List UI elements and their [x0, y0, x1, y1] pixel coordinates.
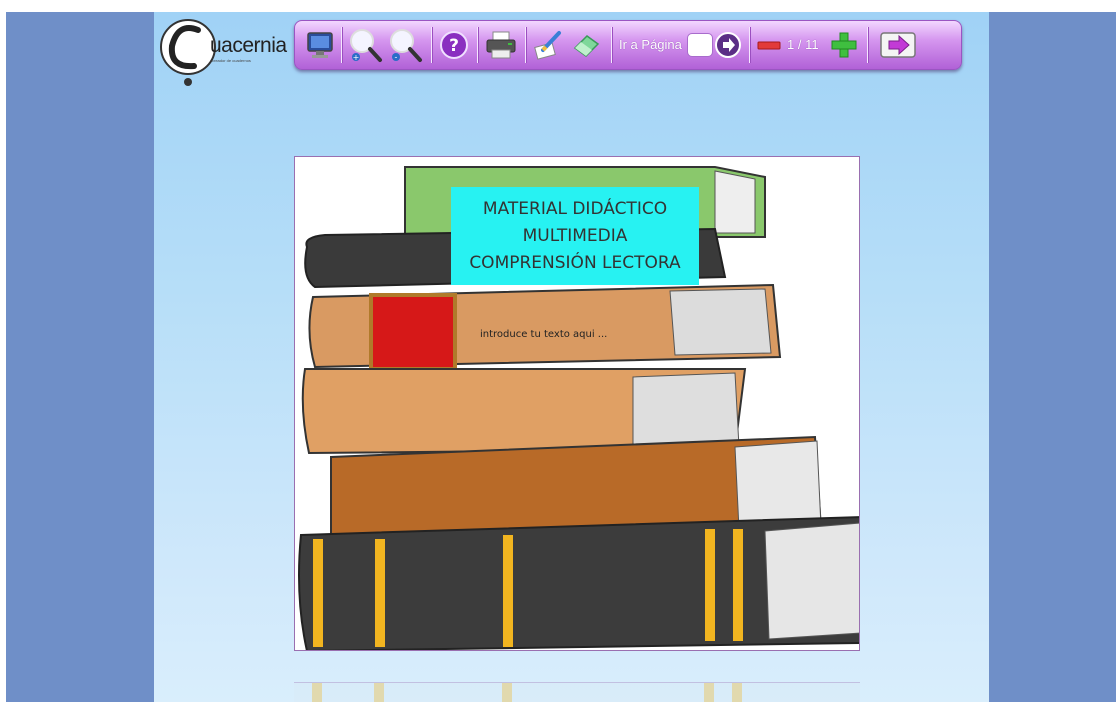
logo-wordmark: uacernia — [210, 34, 287, 57]
edit-button[interactable] — [531, 27, 565, 63]
reflection-graphic — [294, 683, 860, 702]
eraser-icon — [573, 35, 600, 57]
title-line-3: COMPRENSIÓN LECTORA — [469, 252, 681, 273]
zoom-out-button[interactable]: - — [387, 27, 423, 63]
toolbar-separator — [611, 27, 612, 63]
toolbar: + - ? Ir a Página 1 / 11 — [294, 20, 962, 70]
zoom-in-icon: + — [350, 29, 382, 62]
right-margin-panel — [989, 12, 1116, 702]
go-to-page-label: Ir a Página — [619, 37, 682, 52]
zoom-in-button[interactable]: + — [347, 27, 383, 63]
page-number-input[interactable] — [687, 33, 713, 57]
svg-text:?: ? — [449, 36, 459, 56]
edit-icon — [534, 31, 561, 60]
document-page: MATERIAL DIDÁCTICO MULTIMEDIA COMPRENSIÓ… — [294, 156, 860, 651]
title-box[interactable]: MATERIAL DIDÁCTICO MULTIMEDIA COMPRENSIÓ… — [451, 187, 699, 285]
logo-tagline: creador de cuadernos — [212, 58, 251, 63]
svg-text:+: + — [353, 53, 360, 62]
fullscreen-button[interactable] — [303, 27, 337, 63]
go-arrow-icon — [715, 32, 741, 58]
cuadernia-logo: uacernia creador de cuadernos — [158, 12, 288, 92]
zoom-out-icon: - — [390, 29, 422, 62]
toolbar-separator — [525, 27, 526, 63]
svg-text:-: - — [395, 53, 398, 62]
minus-icon — [757, 41, 781, 50]
go-to-page-button[interactable] — [713, 27, 743, 63]
toolbar-separator — [867, 27, 868, 63]
previous-page-button[interactable] — [755, 27, 783, 63]
eraser-button[interactable] — [569, 27, 603, 63]
help-icon: ? — [440, 31, 468, 59]
toolbar-separator — [431, 27, 432, 63]
print-icon — [486, 31, 516, 59]
print-button[interactable] — [483, 27, 519, 63]
next-page-button[interactable] — [829, 27, 859, 63]
cuadernia-c-icon — [160, 19, 216, 86]
toolbar-separator — [341, 27, 342, 63]
viewer-area: uacernia creador de cuadernos + - ? Ir a… — [154, 12, 989, 702]
title-line-1: MATERIAL DIDÁCTICO — [482, 198, 668, 219]
toolbar-separator — [477, 27, 478, 63]
exit-icon — [880, 32, 916, 58]
title-line-2: MULTIMEDIA — [522, 225, 628, 246]
toolbar-separator — [749, 27, 750, 63]
page-counter: 1 / 11 — [787, 37, 819, 52]
plus-icon — [831, 32, 857, 58]
intro-text-field[interactable]: introduce tu texto aqui ... — [480, 329, 607, 340]
left-margin-panel — [6, 12, 154, 702]
exit-button[interactable] — [877, 27, 921, 63]
help-button[interactable]: ? — [437, 27, 471, 63]
page-reflection — [294, 682, 860, 702]
monitor-icon — [307, 32, 333, 58]
